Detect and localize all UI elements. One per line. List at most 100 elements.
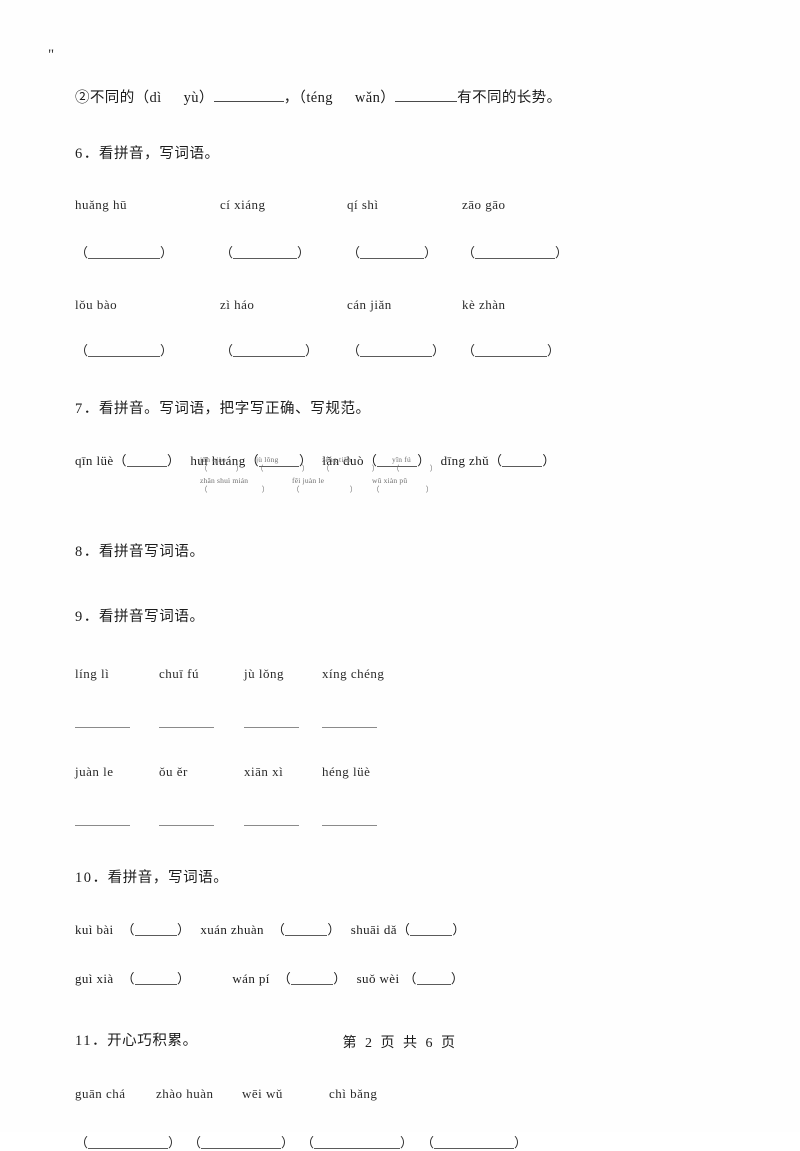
question-10-number: 10 [75,870,93,887]
q5-suffix: 有不同的长势。 [457,90,562,106]
question-11-pinyin-row: guān chá zhào huàn wēi wǔ chì bǎng [75,1086,725,1102]
answer-slot[interactable]: （） [397,922,466,937]
pinyin-word: qīn lüè [75,452,114,468]
pinyin-word: guì xià [75,970,114,986]
pinyin-word: qí shì [347,196,379,212]
answer-slot[interactable]: （） [301,1132,421,1151]
answer-slot[interactable]: （） [188,1132,301,1151]
q5-blank-2[interactable] [395,101,458,102]
question-11-answer-row: （） （） （） （） [75,1132,725,1151]
stray-quote-mark: " [48,47,55,63]
answer-slot[interactable]: （） [372,485,433,494]
pinyin-word: shuāi dǎ [350,922,397,938]
answer-slot[interactable]: （） [122,922,191,937]
answer-slot[interactable]: （） [489,453,556,468]
answer-slot[interactable]: （） [462,242,568,261]
answer-slot[interactable]: （） [392,464,437,473]
q5-pinyin-a: yù） [183,90,214,106]
pinyin-word: zì háo [220,296,255,312]
answer-slot[interactable]: （） [322,464,392,473]
pinyin-word: xiān xì [244,764,284,780]
question-10-row-1: kuì bài （） xuán zhuàn （） shuāi dǎ（） [75,920,725,940]
answer-slot[interactable]: （） [347,242,462,261]
pinyin-word: wēi wǔ [242,1086,283,1102]
answer-slot[interactable]: （） [200,485,292,494]
answer-slot[interactable]: （） [122,971,191,986]
q5-middle: ，（téng [283,90,333,106]
q5-blank-1[interactable] [213,101,284,102]
answer-slot[interactable] [244,824,322,827]
answer-slot[interactable]: （） [272,922,341,937]
question-9-pinyin-row-2: juàn le ǒu ěr xiān xì héng lüè [75,764,725,780]
question-8-number: 8 [75,544,84,561]
pinyin-word: chuī fú [159,666,199,682]
q5-prefix: ②不同的（dì [75,90,162,106]
pinyin-word: huǎng hū [75,196,128,212]
answer-slot[interactable] [322,726,377,729]
answer-slot[interactable]: （） [75,1132,188,1151]
pinyin-word: cí xiáng [220,196,266,212]
question-6-heading: 6．看拼音，写词语。 [75,142,725,163]
pinyin-word: líng lì [75,666,110,682]
pinyin-word: zēng tiān [322,455,352,464]
question-9-answer-row-1 [75,726,725,729]
pinyin-word: suǒ wèi [356,970,400,986]
question-9-title: ．看拼音写词语。 [83,609,205,626]
pinyin-word: yīn fú [392,455,411,464]
worksheet-page: " ②不同的（dì yù） ，（téng wǎn） 有不同的长势。 6．看拼音，写词语。… [0,0,800,1150]
question-10-heading: 10．看拼音，写词语。 [75,866,725,887]
question-8-title: ．看拼音写词语。 [83,544,205,561]
answer-slot[interactable]: （） [256,464,322,473]
question-6-title: ．看拼音，写词语。 [83,145,220,162]
answer-slot[interactable] [159,824,244,827]
question-7-number: 7 [75,400,84,417]
question-6-answer-row-1: （） （） （） （） [75,242,725,261]
answer-slot[interactable]: （） [220,242,347,261]
pinyin-word: jù lǒng [256,455,279,464]
question-7-heading: 7．看拼音。写词语，把字写正确、写规范。 [75,397,725,418]
pinyin-word: fēi juàn le [292,475,325,485]
question-10-title: ．看拼音，写词语。 [92,870,229,887]
question-8-heading: 8．看拼音写词语。 [75,540,725,561]
pinyin-word: chì bǎng [329,1086,378,1102]
question-8-tiny-block: jūn qiào jù lǒng zēng tiān yīn fú （） （） … [200,455,490,495]
answer-slot[interactable]: （） [114,453,181,468]
answer-slot[interactable]: （） [421,1132,527,1151]
answer-slot[interactable]: （） [347,340,462,359]
answer-slot[interactable]: （） [462,340,560,359]
question-9-number: 9 [75,609,84,626]
answer-slot[interactable] [244,726,322,729]
answer-slot[interactable] [322,824,377,827]
pinyin-word: héng lüè [322,764,371,780]
pinyin-word: zhǎn shuì mián [200,475,249,485]
answer-slot[interactable] [159,726,244,729]
question-10-row-2: guì xià （） wán pí （） suǒ wèi （） [75,969,725,989]
answer-slot[interactable] [75,726,159,729]
answer-slot[interactable]: （） [278,971,347,986]
answer-slot[interactable]: （） [75,340,220,359]
answer-slot[interactable]: （） [200,464,256,473]
answer-slot[interactable]: （） [292,485,372,494]
question-6-answer-row-2: （） （） （） （） [75,340,725,359]
pinyin-word: kuì bài [75,922,114,938]
pinyin-word: wǔ xiàn pǔ [372,475,408,485]
question-9-pinyin-row-1: líng lì chuī fú jù lǒng xíng chéng [75,666,725,682]
pinyin-word: zhào huàn [156,1086,214,1102]
q5-pinyin-b: wǎn） [354,90,396,106]
pinyin-word: wán pí [232,970,270,986]
question-7-title: ．看拼音。写词语，把字写正确、写规范。 [83,400,371,417]
question-9-heading: 9．看拼音写词语。 [75,605,725,626]
question-6-pinyin-row-2: lǒu bào zì háo cán jiǎn kè zhàn [75,297,725,313]
answer-slot[interactable]: （） [220,340,347,359]
pinyin-word: guān chá [75,1086,126,1102]
answer-slot[interactable]: （） [403,971,464,986]
question-5-continuation: ②不同的（dì yù） ，（téng wǎn） 有不同的长势。 [75,88,725,110]
answer-slot[interactable]: （） [75,242,220,261]
answer-slot[interactable] [75,824,159,827]
tiny-answer-row-2: （） （） （） [200,485,490,494]
pinyin-word: xíng chéng [322,666,385,682]
pinyin-word: ǒu ěr [159,764,188,780]
pinyin-word: juàn le [75,764,114,780]
question-6-pinyin-row-1: huǎng hū cí xiáng qí shì zāo gāo [75,197,725,213]
pinyin-word: jūn qiào [200,455,226,464]
